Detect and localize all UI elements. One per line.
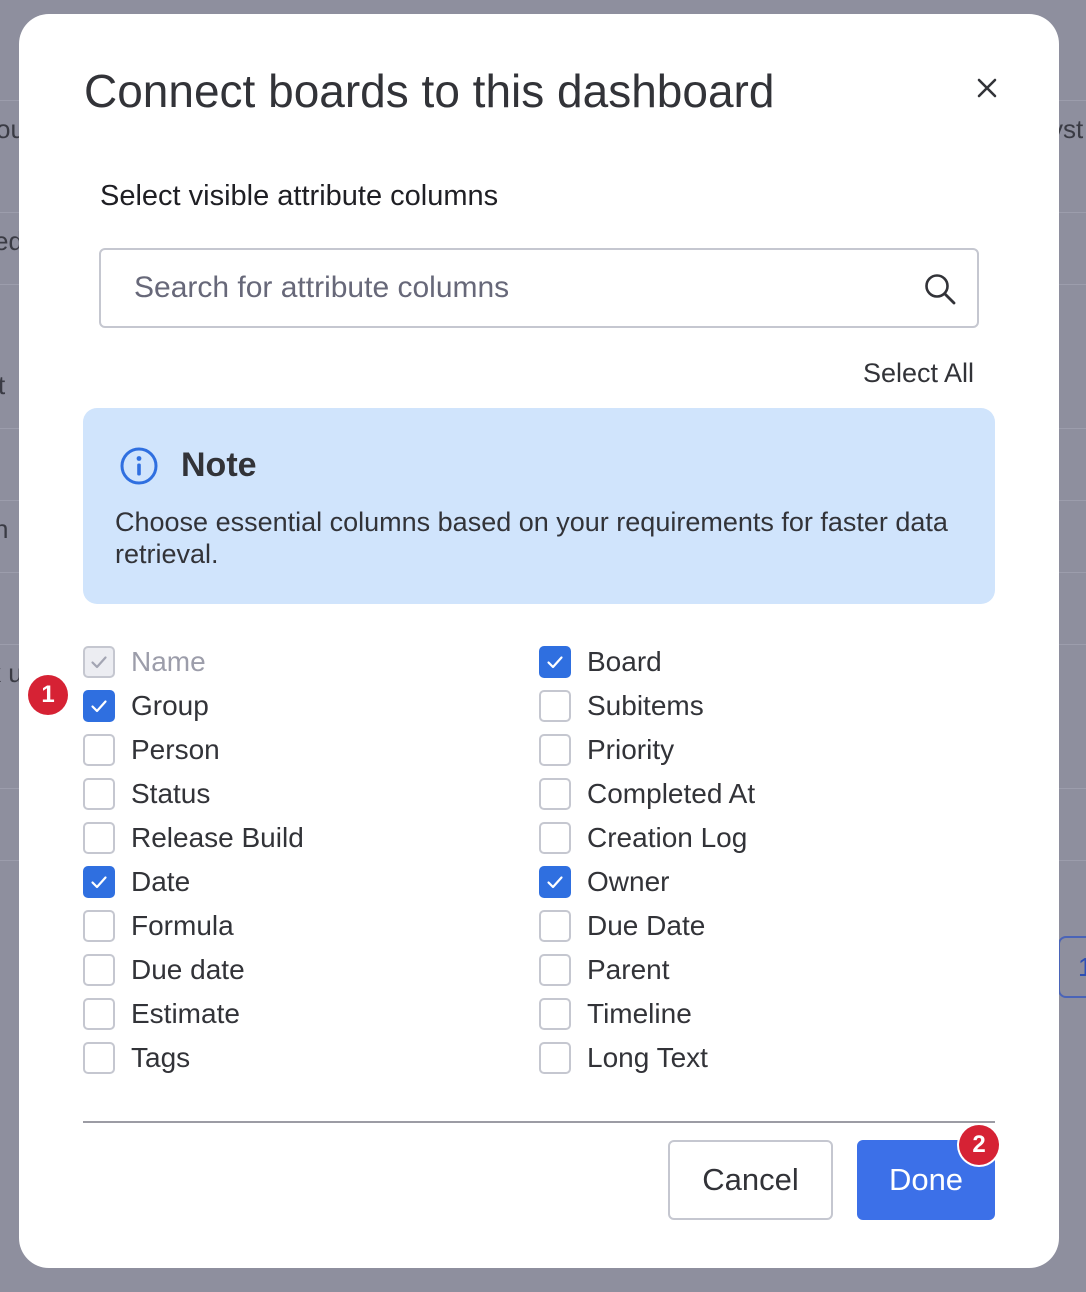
checkbox[interactable]	[539, 866, 571, 898]
note-banner: Note Choose essential columns based on y…	[83, 408, 995, 604]
column-option-long-text[interactable]: Long Text	[539, 1036, 755, 1080]
column-option-due-date[interactable]: Due Date	[539, 904, 755, 948]
checkmark-icon	[547, 656, 563, 669]
column-option-label: Completed At	[587, 778, 756, 809]
column-option-label: Group	[131, 690, 209, 721]
column-option-label: Due date	[131, 954, 245, 985]
column-option-label: Owner	[587, 866, 670, 897]
column-option-date[interactable]: Date	[83, 860, 304, 904]
connect-boards-modal: Connect boards to this dashboard Select …	[19, 14, 1059, 1268]
section-subtitle: Select visible attribute columns	[100, 180, 499, 212]
info-icon	[120, 447, 158, 485]
bg-text-fragment: n	[0, 514, 9, 544]
column-option-label: Priority	[587, 734, 675, 765]
checkbox[interactable]	[83, 954, 115, 986]
checkbox[interactable]	[83, 1042, 115, 1074]
column-option-label: Subitems	[587, 690, 704, 721]
checkmark-icon	[91, 656, 107, 669]
checkbox[interactable]	[83, 778, 115, 810]
column-option-label: Board	[587, 646, 662, 677]
column-option-label: Parent	[587, 954, 670, 985]
column-option-label: Formula	[131, 910, 234, 941]
column-option-label: Due Date	[587, 910, 706, 941]
checkmark-icon	[547, 876, 563, 889]
column-option-label: Release Build	[131, 822, 304, 853]
column-option-label: Timeline	[587, 998, 692, 1029]
close-icon	[977, 78, 997, 98]
column-option-board[interactable]: Board	[539, 640, 755, 684]
checkmark-icon	[91, 876, 107, 889]
column-option-creation-log[interactable]: Creation Log	[539, 816, 755, 860]
column-option-person[interactable]: Person	[83, 728, 304, 772]
column-option-label: Date	[131, 866, 191, 897]
column-option-label: Person	[131, 734, 220, 765]
column-option-subitems[interactable]: Subitems	[539, 684, 755, 728]
checkbox[interactable]	[83, 998, 115, 1030]
column-option-formula[interactable]: Formula	[83, 904, 304, 948]
checkbox[interactable]	[539, 910, 571, 942]
checkbox[interactable]	[83, 866, 115, 898]
bg-page-button: 1	[1058, 936, 1086, 998]
select-all-link[interactable]: Select All	[863, 358, 974, 389]
checkbox[interactable]	[539, 998, 571, 1030]
checkbox[interactable]	[539, 690, 571, 722]
column-option-owner[interactable]: Owner	[539, 860, 755, 904]
search-icon[interactable]	[923, 272, 957, 306]
column-option-label: Tags	[131, 1042, 191, 1073]
column-option-tags[interactable]: Tags	[83, 1036, 304, 1080]
column-option-label: Long Text	[587, 1042, 708, 1073]
column-option-status[interactable]: Status	[83, 772, 304, 816]
checkbox[interactable]	[539, 1042, 571, 1074]
column-option-priority[interactable]: Priority	[539, 728, 755, 772]
column-option-label: Name	[131, 646, 206, 677]
checkbox[interactable]	[83, 734, 115, 766]
column-option-timeline[interactable]: Timeline	[539, 992, 755, 1036]
checkbox[interactable]	[83, 690, 115, 722]
checkbox[interactable]	[539, 954, 571, 986]
column-option-label: Estimate	[131, 998, 240, 1029]
note-title: Note	[181, 446, 257, 484]
search-input[interactable]	[101, 250, 901, 326]
note-text: Choose essential columns based on your r…	[115, 507, 948, 569]
column-option-due-date[interactable]: Due date	[83, 948, 304, 992]
modal-title: Connect boards to this dashboard	[84, 65, 775, 117]
footer-divider	[83, 1121, 995, 1123]
checkbox[interactable]	[83, 822, 115, 854]
cancel-button[interactable]: Cancel	[668, 1140, 833, 1220]
columns-list-left: Name Group Person Status Release Build Date Fo…	[83, 640, 304, 1080]
column-option-label: Creation Log	[587, 822, 748, 853]
column-option-name: Name	[83, 640, 304, 684]
column-option-parent[interactable]: Parent	[539, 948, 755, 992]
close-button[interactable]	[967, 68, 1007, 108]
checkbox[interactable]	[83, 910, 115, 942]
checkbox[interactable]	[539, 778, 571, 810]
annotation-badge: 2	[959, 1125, 999, 1165]
annotation-badge: 1	[28, 675, 68, 715]
column-option-group[interactable]: Group	[83, 684, 304, 728]
checkbox[interactable]	[539, 646, 571, 678]
checkbox	[83, 646, 115, 678]
column-option-release-build[interactable]: Release Build	[83, 816, 304, 860]
checkbox[interactable]	[539, 822, 571, 854]
search-box	[99, 248, 979, 328]
column-option-label: Status	[131, 778, 211, 809]
bg-text-fragment: 1	[1078, 952, 1086, 982]
column-option-estimate[interactable]: Estimate	[83, 992, 304, 1036]
column-option-completed-at[interactable]: Completed At	[539, 772, 755, 816]
bg-text-fragment: t	[0, 370, 6, 400]
checkmark-icon	[91, 700, 107, 713]
checkbox[interactable]	[539, 734, 571, 766]
columns-list-right: Board Subitems Priority Completed At Creatio…	[539, 640, 755, 1080]
